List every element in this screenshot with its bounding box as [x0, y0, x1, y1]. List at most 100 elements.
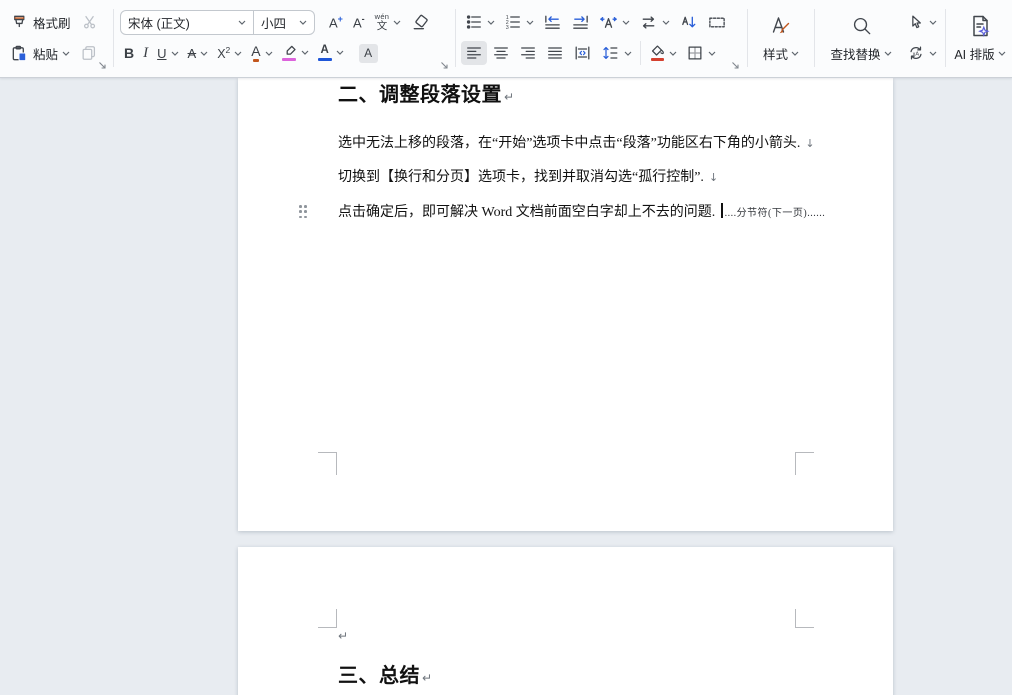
paste-button[interactable]: 粘贴 — [6, 41, 74, 66]
font-name-value: 宋体 (正文) — [128, 13, 190, 32]
ai-group: AI 排版 — [948, 0, 1012, 78]
phonetic-guide-button[interactable]: wén文 — [371, 10, 406, 34]
paragraph-3[interactable]: 点击确定后，即可解决 Word 文档前面空白字却上不去的问题.....分节符(下… — [338, 203, 825, 223]
copy-icon — [80, 44, 98, 62]
clipboard-group: 格式刷 — [6, 0, 110, 78]
chevron-down-icon — [526, 20, 534, 25]
decrease-indent-button[interactable] — [539, 10, 566, 35]
section-break-marker: ....分节符(下一页)...... — [725, 208, 826, 219]
cursor-arrow-icon — [907, 13, 925, 31]
chevron-down-icon — [662, 20, 670, 25]
clear-format-button[interactable] — [407, 10, 434, 35]
format-painter-button[interactable]: 格式刷 — [6, 10, 75, 35]
decrease-indent-icon — [543, 13, 562, 32]
chevron-down-icon — [929, 20, 937, 25]
text-direction-button[interactable] — [635, 10, 674, 35]
chevron-down-icon — [669, 51, 677, 56]
align-left-icon — [465, 44, 483, 62]
strikethrough-button[interactable]: A — [184, 44, 213, 63]
home-ribbon-toolbar: 格式刷 — [0, 0, 1012, 78]
borders-button[interactable] — [682, 41, 720, 65]
ai-layout-icon — [967, 13, 993, 39]
sort-button[interactable] — [675, 10, 702, 35]
chevron-down-icon — [171, 51, 179, 56]
document-canvas[interactable]: 二、调整段落设置↵ 选中无法上移的段落，在“开始”选项卡中点击“段落”功能区右下… — [0, 78, 1012, 695]
translate-convert-button[interactable]: xA — [903, 41, 941, 65]
paste-label: 粘贴 — [33, 44, 58, 63]
underline-icon: U — [157, 47, 166, 60]
character-shading-button[interactable]: A — [355, 41, 382, 66]
align-center-button[interactable] — [488, 41, 514, 65]
paragraph-1[interactable]: 选中无法上移的段落，在“开始”选项卡中点击“段落”功能区右下角的小箭头.↓ — [338, 135, 815, 153]
margin-corner-mark — [318, 609, 337, 628]
font-dialog-launcher[interactable] — [440, 57, 449, 75]
superscript-icon: X2 — [217, 46, 230, 61]
line-spacing-button[interactable] — [597, 41, 636, 65]
font-size-select[interactable]: 小四 — [254, 11, 314, 34]
svg-text:xA: xA — [913, 51, 920, 57]
chevron-down-icon — [884, 51, 892, 56]
document-grid-icon — [707, 13, 727, 32]
distribute-button[interactable] — [569, 41, 596, 65]
select-button[interactable] — [903, 10, 941, 34]
page-1[interactable]: 二、调整段落设置↵ 选中无法上移的段落，在“开始”选项卡中点击“段落”功能区右下… — [238, 78, 893, 531]
font-color-button[interactable]: A — [314, 42, 348, 64]
page-2[interactable]: ↵ 三、总结↵ — [238, 547, 893, 695]
heading-2[interactable]: 二、调整段落设置↵ — [338, 83, 515, 109]
highlight-color-button[interactable] — [278, 42, 313, 64]
document-grid-button[interactable] — [703, 10, 731, 35]
numbered-list-icon: 1 2 3 — [504, 13, 522, 31]
translate-convert-icon: xA — [907, 44, 925, 62]
superscript-button[interactable]: X2 — [213, 43, 246, 64]
bullet-list-button[interactable] — [461, 10, 499, 34]
ai-layout-button[interactable]: AI 排版 — [948, 6, 1011, 70]
paragraph-drag-handle[interactable] — [299, 205, 307, 218]
sort-icon — [679, 13, 698, 32]
italic-button[interactable]: I — [139, 43, 152, 64]
text-effects-button[interactable]: A — [247, 41, 276, 65]
chevron-down-icon — [708, 51, 716, 56]
numbered-list-button[interactable]: 1 2 3 — [500, 10, 538, 34]
paragraph-group: 1 2 3 — [461, 0, 743, 78]
styles-icon — [768, 13, 794, 39]
chevron-down-icon — [487, 20, 495, 25]
justify-button[interactable] — [542, 41, 568, 65]
align-right-button[interactable] — [515, 41, 541, 65]
svg-text:3: 3 — [506, 25, 509, 31]
paragraph-shading-button[interactable] — [645, 42, 681, 65]
paragraph-shading-icon — [649, 45, 665, 62]
font-name-select[interactable]: 宋体 (正文) — [121, 11, 253, 34]
empty-paragraph-mark: ↵ — [338, 629, 348, 643]
chevron-down-icon — [62, 51, 70, 56]
font-controls: 宋体 (正文) 小四 — [120, 10, 315, 35]
paragraph-dialog-launcher[interactable] — [731, 57, 740, 75]
paste-icon — [10, 44, 29, 63]
clipboard-dialog-launcher[interactable] — [98, 57, 107, 75]
bold-button[interactable]: B — [120, 43, 138, 63]
cut-button[interactable] — [77, 10, 103, 34]
styles-button[interactable]: 样式 — [757, 6, 805, 70]
bold-icon: B — [124, 46, 134, 60]
margin-corner-mark — [318, 452, 337, 475]
font-size-value: 小四 — [261, 13, 286, 32]
heading-3[interactable]: 三、总结↵ — [338, 664, 433, 690]
align-center-icon — [492, 44, 510, 62]
find-replace-button[interactable]: 查找替换 — [821, 6, 901, 70]
character-scale-icon — [599, 13, 618, 32]
search-icon — [849, 14, 874, 39]
underline-button[interactable]: U — [153, 44, 182, 63]
chevron-down-icon — [393, 20, 401, 25]
grow-font-button[interactable]: A+ — [325, 12, 347, 32]
distribute-icon — [573, 44, 592, 62]
text-direction-icon — [639, 13, 658, 32]
chevron-down-icon — [791, 51, 799, 56]
character-scale-button[interactable] — [595, 10, 634, 35]
increase-indent-button[interactable] — [567, 10, 594, 35]
shrink-font-button[interactable]: A- — [349, 12, 369, 32]
chevron-down-icon — [336, 50, 344, 55]
align-left-button[interactable] — [461, 41, 487, 65]
character-shading-icon: A — [359, 44, 378, 63]
paragraph-2[interactable]: 切换到【换行和分页】选项卡，找到并取消勾选“孤行控制”.↓ — [338, 169, 718, 187]
font-color-icon: A — [318, 45, 332, 61]
justify-icon — [546, 44, 564, 62]
